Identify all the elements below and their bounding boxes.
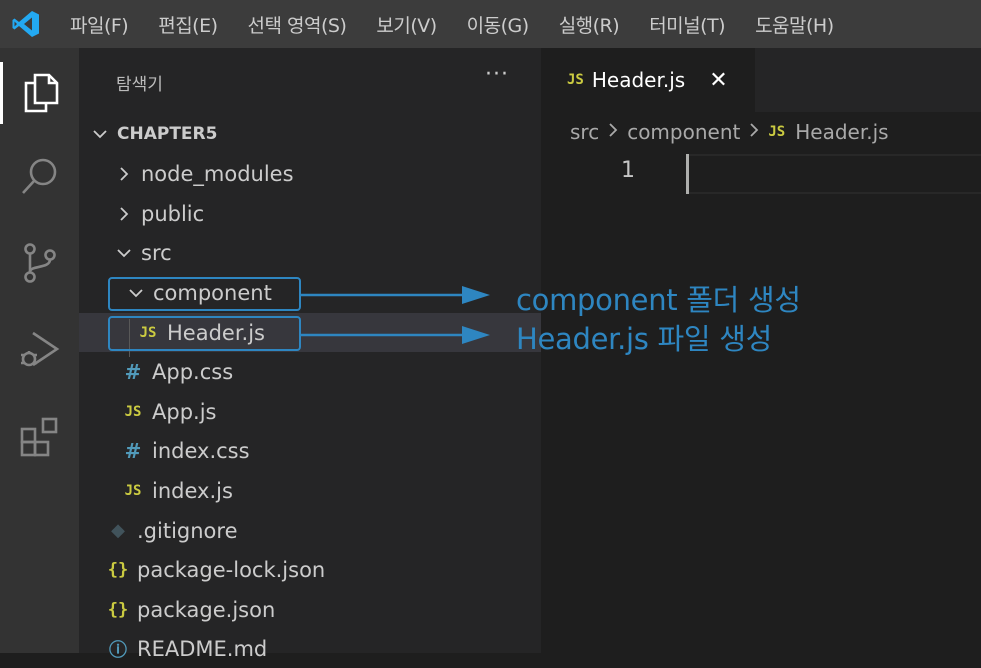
- arrow-header-js: [301, 326, 490, 344]
- annotation-header-note: Header.js 파일 생성: [516, 322, 772, 356]
- arrow-component: [301, 286, 490, 304]
- annotation-component-note: component 폴더 생성: [516, 283, 801, 317]
- annotation-arrows: [301, 286, 490, 344]
